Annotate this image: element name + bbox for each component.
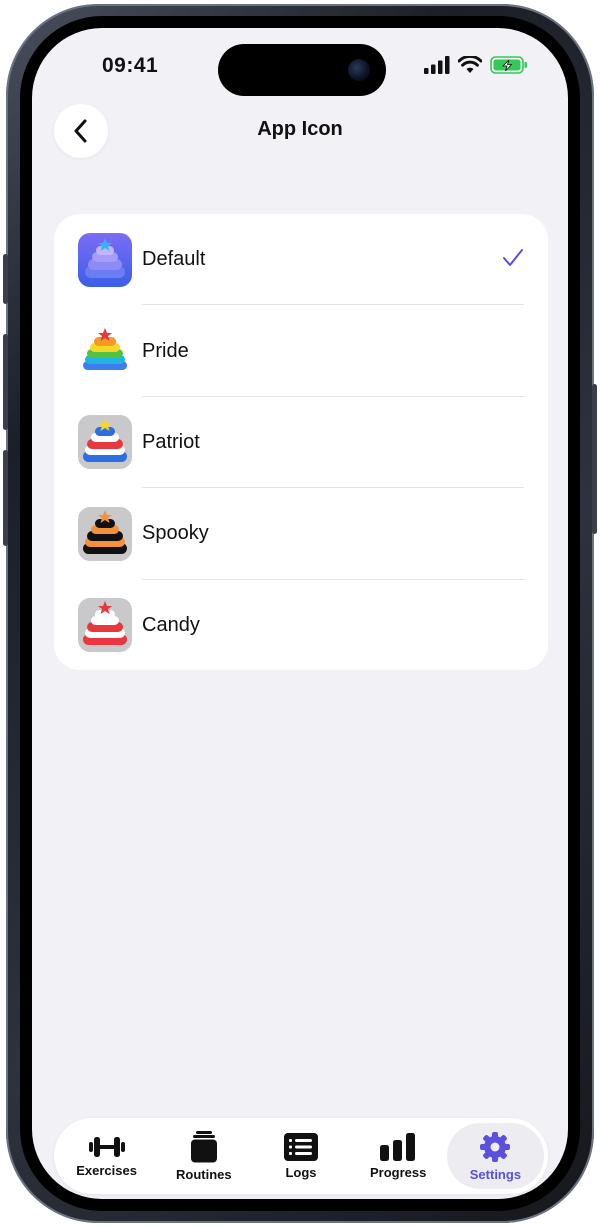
tab-label: Routines	[175, 1166, 232, 1182]
icon-option-patriot[interactable]: Patriot	[54, 397, 548, 489]
status-time: 09:41	[102, 54, 159, 77]
camera-icon	[348, 59, 370, 81]
icon-option-default[interactable]: Default	[54, 214, 548, 306]
tab-logs[interactable]: Logs	[252, 1123, 349, 1189]
volume-up-button	[3, 334, 8, 430]
icon-option-label: Spooky	[142, 522, 209, 545]
pride-stack-icon	[78, 324, 132, 379]
tab-label: Logs	[285, 1164, 317, 1180]
screen: 09:41 App Icon Default Pride Patriot Spo…	[32, 28, 568, 1199]
icon-option-label: Patriot	[142, 430, 200, 453]
battery-charging-icon	[490, 56, 527, 74]
tab-settings[interactable]: Settings	[446, 1123, 545, 1189]
icon-option-spooky[interactable]: Spooky	[54, 488, 548, 580]
routines-stack-icon	[190, 1130, 217, 1162]
cellular-signal-icon	[424, 56, 450, 74]
tab-bar: Exercises Routines Logs Progress Setting…	[54, 1118, 548, 1194]
tab-exercises[interactable]: Exercises	[58, 1123, 155, 1189]
icon-option-pride[interactable]: Pride	[54, 305, 548, 397]
wifi-icon	[458, 56, 482, 73]
gear-icon	[480, 1131, 511, 1162]
tab-label: Exercises	[76, 1162, 137, 1178]
dynamic-island	[218, 44, 386, 96]
status-icons	[424, 54, 528, 76]
volume-down-button	[3, 450, 8, 546]
checkmark-icon	[503, 249, 523, 266]
tab-label: Progress	[370, 1164, 427, 1180]
page-title: App Icon	[257, 118, 343, 140]
tab-routines[interactable]: Routines	[155, 1123, 252, 1189]
app-icon-list: Default Pride Patriot Spooky Candy	[54, 214, 548, 670]
tab-progress[interactable]: Progress	[350, 1123, 447, 1189]
default-stack-icon	[78, 232, 132, 287]
action-button	[3, 254, 8, 304]
spooky-stack-icon	[78, 506, 132, 561]
phone-frame: 09:41 App Icon Default Pride Patriot Spo…	[3, 4, 597, 1223]
bezel: 09:41 App Icon Default Pride Patriot Spo…	[20, 16, 580, 1211]
icon-option-label: Pride	[142, 339, 189, 362]
icon-option-label: Candy	[142, 613, 200, 636]
power-button	[592, 384, 597, 534]
tab-label: Settings	[469, 1166, 522, 1182]
bar-chart-icon	[380, 1132, 416, 1161]
logs-list-icon	[284, 1132, 318, 1161]
patriot-stack-icon	[78, 415, 132, 470]
icon-option-label: Default	[142, 248, 206, 271]
icon-option-candy[interactable]: Candy	[54, 580, 548, 670]
candy-stack-icon	[78, 598, 132, 653]
dumbbell-icon	[88, 1136, 125, 1157]
